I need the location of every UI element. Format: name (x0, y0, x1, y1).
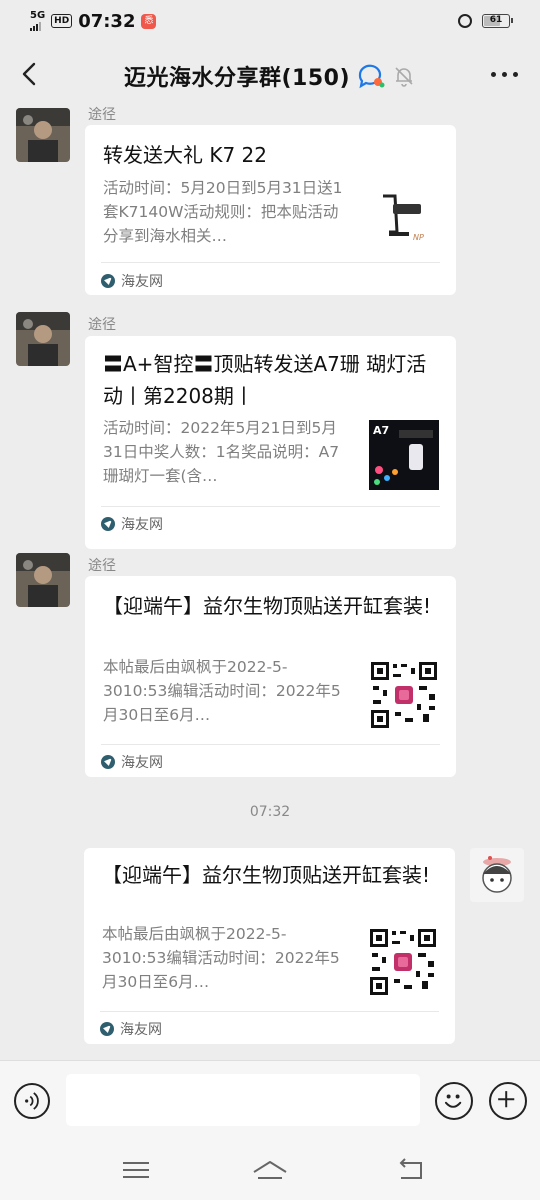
link-card[interactable]: 转发送大礼 K7 22 活动时间：5月20日到5月31日送1套K7140W活动规… (85, 125, 456, 295)
system-nav-bar (0, 1140, 540, 1200)
network-type: 5G (30, 10, 46, 21)
mute-bell-icon (395, 67, 413, 87)
sender-avatar[interactable] (16, 553, 70, 607)
chat-title: 迈光海水分享群(150) (123, 66, 351, 91)
source-name: 海友网 (120, 1022, 162, 1038)
input-bar (0, 1060, 540, 1140)
qr-code-image (369, 660, 439, 730)
sender-avatar[interactable] (16, 108, 70, 162)
card-source: 海友网 (101, 271, 163, 291)
haiyou-logo-icon (101, 755, 115, 769)
card-divider (101, 506, 440, 507)
card-divider (101, 744, 440, 745)
link-card[interactable]: 【迎端午】益尔生物顶贴送开缸套装! 本帖最后由飒枫于2022-5-3010:53… (84, 848, 455, 1044)
card-title: 转发送大礼 K7 22 (103, 143, 268, 167)
sender-avatar[interactable] (16, 312, 70, 366)
card-description: 本帖最后由飒枫于2022-5-3010:53编辑活动时间：2022年5月30日至… (103, 658, 341, 724)
source-name: 海友网 (121, 755, 163, 771)
link-card[interactable]: 〓A+智控〓顶贴转发送A7珊 瑚灯活动丨第2208期丨 活动时间：2022年5月… (85, 336, 456, 549)
alarm-icon (458, 14, 472, 28)
sender-name: 途径 (88, 317, 116, 333)
card-description: 活动时间：2022年5月21日到5月31日中奖人数：1名奖品说明：A7珊瑚灯一套… (103, 419, 340, 485)
card-title: 【迎端午】益尔生物顶贴送开缸套装! (102, 863, 431, 887)
app-notification-icon: 悉 (141, 13, 157, 29)
back-icon[interactable] (391, 1154, 431, 1186)
battery-level: 61 (489, 15, 503, 25)
plus-icon[interactable] (489, 1082, 527, 1120)
card-description: 活动时间：5月20日到5月31日送1套K7140W活动规则：把本贴活动分享到海水… (103, 179, 343, 245)
home-icon[interactable] (250, 1154, 290, 1186)
haiyou-logo-icon (101, 517, 115, 531)
message-input[interactable] (66, 1074, 420, 1126)
chat-header: 迈光海水分享群(150) (0, 42, 540, 108)
menu-icon[interactable] (116, 1154, 156, 1186)
status-time: 07:32 (78, 10, 136, 32)
haiyou-logo-icon (101, 274, 115, 288)
k7-lamp-image: NP (369, 184, 439, 254)
status-bar: 5G HD 07:32 悉 61 (0, 0, 540, 42)
sender-name: 途径 (88, 558, 116, 574)
card-source: 海友网 (101, 514, 163, 534)
signal-icon: 5G (30, 11, 45, 31)
source-name: 海友网 (121, 517, 163, 533)
card-title: 〓A+智控〓顶贴转发送A7珊 瑚灯活动丨第2208期丨 (103, 352, 427, 408)
haiyou-logo-icon (100, 1022, 114, 1036)
my-avatar[interactable] (470, 848, 524, 902)
battery-icon: 61 (482, 14, 513, 28)
a7-lamp-image: A7 (369, 420, 439, 490)
emoji-icon[interactable] (435, 1082, 473, 1120)
more-dots-icon[interactable] (491, 72, 518, 77)
card-divider (101, 262, 440, 263)
source-name: 海友网 (121, 274, 163, 290)
card-divider (100, 1011, 439, 1012)
hd-badge: HD (51, 14, 73, 28)
qr-code-image (368, 927, 438, 997)
card-source: 海友网 (100, 1019, 162, 1039)
thumb-label: A7 (373, 424, 389, 437)
card-description: 本帖最后由飒枫于2022-5-3010:53编辑活动时间：2022年5月30日至… (102, 925, 340, 991)
card-source: 海友网 (101, 752, 163, 772)
link-card[interactable]: 【迎端午】益尔生物顶贴送开缸套装! 本帖最后由飒枫于2022-5-3010:53… (85, 576, 456, 777)
time-divider: 07:32 (249, 804, 291, 820)
sender-name: 途径 (88, 107, 116, 123)
chat-bubble-icon[interactable] (356, 63, 386, 89)
card-title: 【迎端午】益尔生物顶贴送开缸套装! (103, 594, 432, 618)
voice-icon[interactable] (14, 1083, 50, 1119)
svg-text:NP: NP (413, 233, 424, 242)
